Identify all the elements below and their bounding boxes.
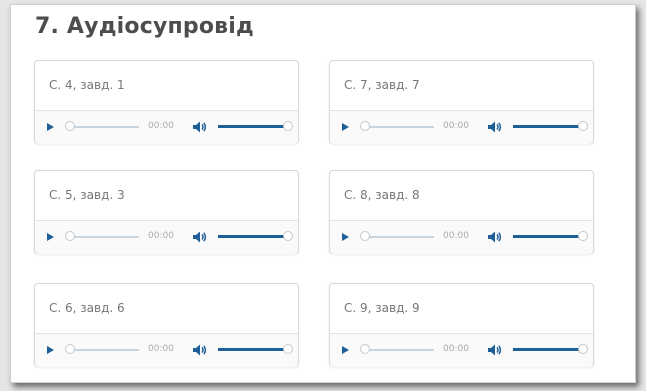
time-display: 00:00 — [443, 344, 469, 354]
play-icon[interactable] — [342, 123, 349, 131]
audio-player: 00:00 — [35, 333, 298, 367]
volume-icon[interactable] — [190, 341, 208, 359]
progress-handle[interactable] — [360, 344, 370, 354]
volume-slider[interactable] — [218, 348, 287, 351]
audio-card: С. 9, завд. 9 00:00 — [329, 283, 594, 367]
audio-player: 00:00 — [35, 110, 298, 144]
audio-player: 00:00 — [330, 333, 593, 367]
audio-card: С. 7, завд. 7 00:00 — [329, 60, 594, 144]
audio-card-label: С. 8, завд. 8 — [344, 188, 420, 202]
volume-slider[interactable] — [218, 125, 287, 128]
play-icon[interactable] — [342, 233, 349, 241]
volume-icon[interactable] — [190, 228, 208, 246]
audio-card: С. 8, завд. 8 00:00 — [329, 170, 594, 254]
volume-handle[interactable] — [578, 121, 588, 131]
play-icon[interactable] — [342, 346, 349, 354]
volume-handle[interactable] — [283, 344, 293, 354]
volume-icon[interactable] — [485, 341, 503, 359]
volume-icon[interactable] — [485, 118, 503, 136]
progress-bar[interactable] — [73, 126, 139, 128]
audio-card-label: С. 7, завд. 7 — [344, 78, 420, 92]
progress-handle[interactable] — [65, 231, 75, 241]
audio-panel: 7. Аудіосупровід С. 4, завд. 1 00:00 С. … — [10, 4, 636, 383]
audio-card: С. 6, завд. 6 00:00 — [34, 283, 299, 367]
volume-slider[interactable] — [218, 235, 287, 238]
progress-bar[interactable] — [73, 349, 139, 351]
progress-bar[interactable] — [368, 126, 434, 128]
audio-player: 00:00 — [330, 220, 593, 254]
volume-slider[interactable] — [513, 348, 582, 351]
audio-card: С. 4, завд. 1 00:00 — [34, 60, 299, 144]
audio-card-label: С. 9, завд. 9 — [344, 301, 420, 315]
audio-card-label: С. 4, завд. 1 — [49, 78, 125, 92]
volume-icon[interactable] — [190, 118, 208, 136]
audio-card-label: С. 5, завд. 3 — [49, 188, 125, 202]
audio-card: С. 5, завд. 3 00:00 — [34, 170, 299, 254]
time-display: 00:00 — [148, 121, 174, 131]
volume-handle[interactable] — [283, 121, 293, 131]
progress-handle[interactable] — [65, 121, 75, 131]
progress-bar[interactable] — [368, 349, 434, 351]
progress-handle[interactable] — [360, 231, 370, 241]
progress-handle[interactable] — [360, 121, 370, 131]
play-icon[interactable] — [47, 123, 54, 131]
volume-handle[interactable] — [578, 231, 588, 241]
volume-slider[interactable] — [513, 235, 582, 238]
volume-icon[interactable] — [485, 228, 503, 246]
progress-bar[interactable] — [368, 236, 434, 238]
progress-bar[interactable] — [73, 236, 139, 238]
time-display: 00:00 — [443, 121, 469, 131]
time-display: 00:00 — [148, 344, 174, 354]
play-icon[interactable] — [47, 233, 54, 241]
audio-player: 00:00 — [330, 110, 593, 144]
volume-handle[interactable] — [283, 231, 293, 241]
volume-handle[interactable] — [578, 344, 588, 354]
section-title: 7. Аудіосупровід — [35, 14, 254, 39]
play-icon[interactable] — [47, 346, 54, 354]
progress-handle[interactable] — [65, 344, 75, 354]
volume-slider[interactable] — [513, 125, 582, 128]
audio-card-label: С. 6, завд. 6 — [49, 301, 125, 315]
audio-player: 00:00 — [35, 220, 298, 254]
time-display: 00:00 — [443, 231, 469, 241]
time-display: 00:00 — [148, 231, 174, 241]
